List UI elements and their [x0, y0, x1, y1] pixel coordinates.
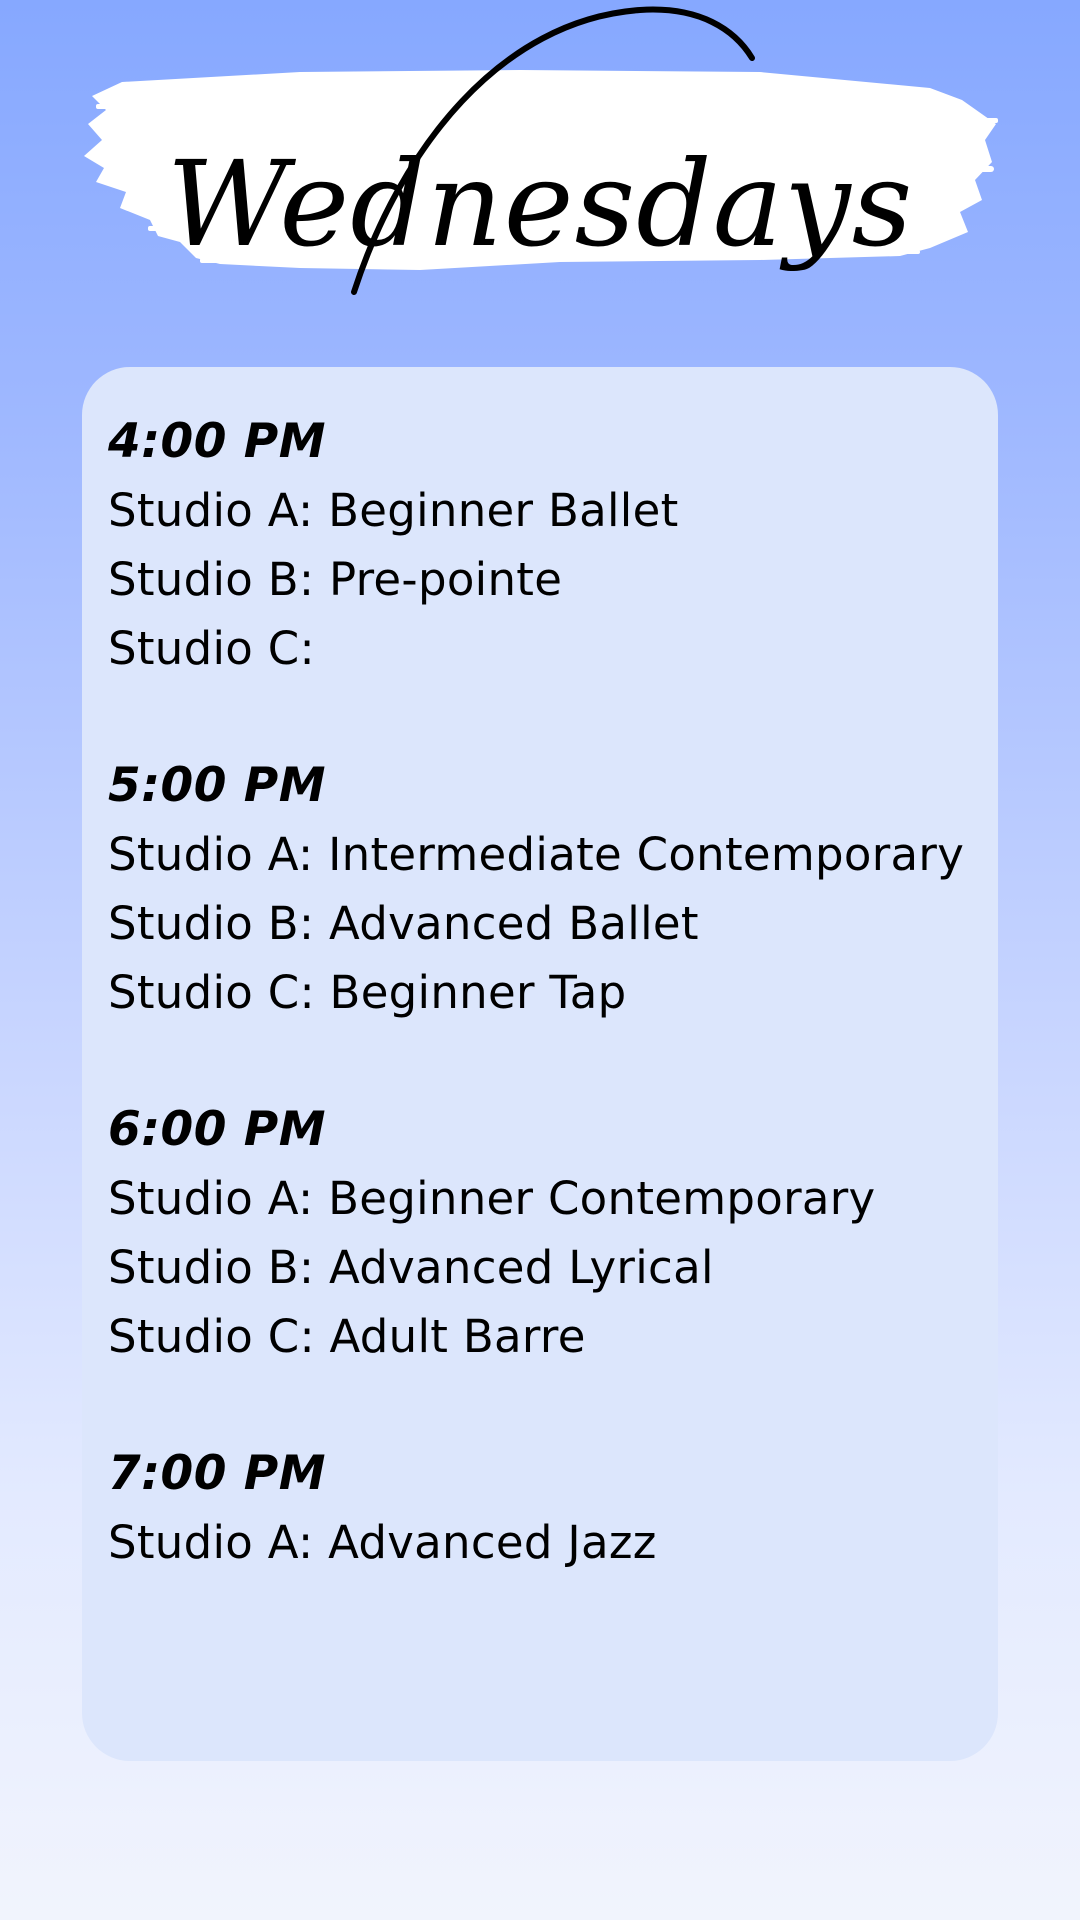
class-entry: Studio A: Beginner Ballet [108, 484, 679, 537]
class-entry: Studio B: Advanced Lyrical [108, 1241, 714, 1294]
schedule-card: 4:00 PM Studio A: Beginner Ballet Studio… [82, 367, 998, 1761]
class-entry: Studio C: Adult Barre [108, 1310, 586, 1363]
class-entry: Studio C: [108, 622, 315, 675]
class-entry: Studio A: Beginner Contemporary [108, 1172, 876, 1225]
time-heading: 7:00 PM [108, 1446, 326, 1501]
page-title: Wednesdays [167, 135, 914, 273]
time-heading: 4:00 PM [108, 414, 326, 469]
class-entry: Studio A: Intermediate Contemporary [108, 828, 965, 881]
page-title-wrap: Wednesdays [167, 135, 914, 273]
time-heading: 6:00 PM [108, 1102, 326, 1157]
time-slot: 7:00 PM Studio A: Advanced Jazz [108, 1439, 970, 1577]
time-slot: 4:00 PM Studio A: Beginner Ballet Studio… [108, 407, 970, 683]
time-slot: 5:00 PM Studio A: Intermediate Contempor… [108, 751, 970, 1027]
class-entry: Studio B: Advanced Ballet [108, 897, 699, 950]
time-slot: 6:00 PM Studio A: Beginner Contemporary … [108, 1095, 970, 1371]
class-entry: Studio B: Pre-pointe [108, 553, 563, 606]
class-entry: Studio A: Advanced Jazz [108, 1516, 657, 1569]
class-entry: Studio C: Beginner Tap [108, 966, 627, 1019]
header: Wednesdays [0, 0, 1080, 320]
time-heading: 5:00 PM [108, 758, 326, 813]
